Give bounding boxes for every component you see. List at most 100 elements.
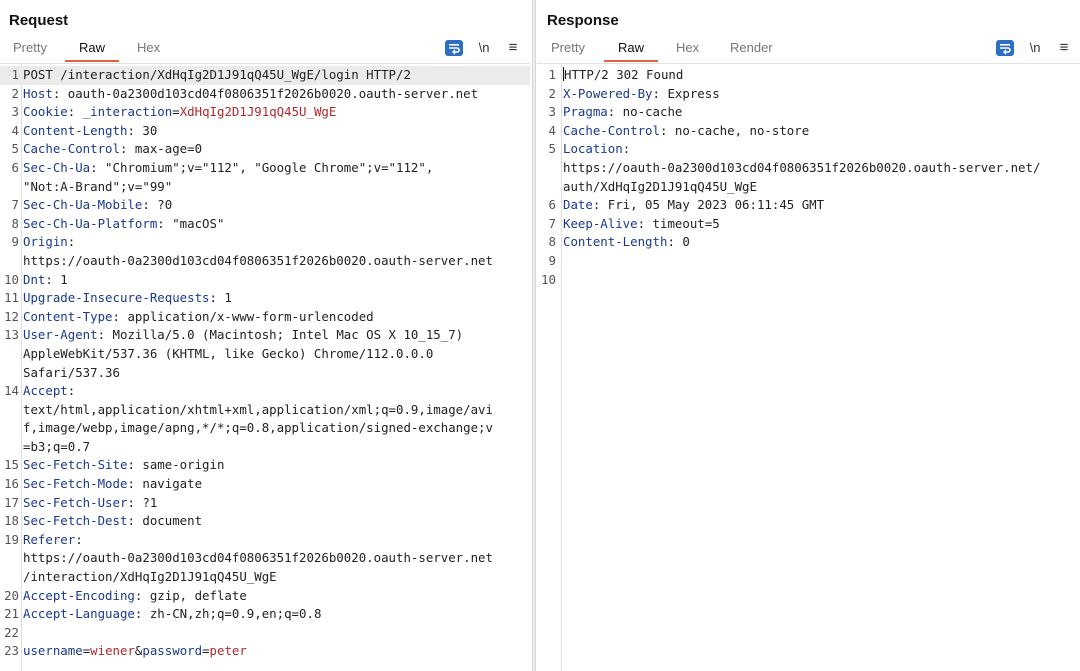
code-line[interactable]: Safari/537.36 (0, 364, 530, 383)
line-number: 17 (4, 494, 19, 510)
code-line[interactable]: 12 Content-Type: application/x-www-form-u… (0, 308, 530, 327)
line-number: 21 (4, 606, 19, 622)
code-line[interactable]: https://oauth-0a2300d103cd04f0806351f202… (0, 252, 530, 271)
code-line[interactable]: 16 Sec-Fetch-Mode: navigate (0, 475, 530, 494)
token-key: Accept (23, 383, 68, 399)
tab-pretty[interactable]: Pretty (551, 38, 585, 62)
code-line[interactable]: "Not:A-Brand";v="99" (0, 178, 530, 197)
line-text: Sec-Fetch-Mode: navigate (23, 475, 202, 494)
code-line[interactable]: 15 Sec-Fetch-Site: same-origin (0, 456, 530, 475)
newline-toggle-icon[interactable]: \n (1027, 38, 1043, 58)
code-line[interactable]: 6 Sec-Ch-Ua: "Chromium";v="112", "Google … (0, 159, 530, 178)
request-editor[interactable]: 1 POST /interaction/XdHqIg2D1J91qQ45U_WgE… (0, 63, 530, 671)
code-line[interactable]: 10 Dnt: 1 (0, 271, 530, 290)
code-line[interactable]: text/html,application/xhtml+xml,applicat… (0, 401, 530, 420)
word-wrap-icon[interactable] (445, 40, 463, 56)
response-pane: Response Pretty Raw Hex Render \n ≡ 1 HTT… (537, 0, 1080, 671)
tab-pretty[interactable]: Pretty (13, 38, 47, 62)
code-line[interactable]: 7 Sec-Ch-Ua-Mobile: ?0 (0, 196, 530, 215)
token-key: Sec-Ch-Ua (23, 159, 91, 175)
token-key: Sec-Ch-Ua-Platform (23, 215, 158, 231)
line-text: Sec-Fetch-Site: same-origin (23, 456, 224, 475)
code-line[interactable]: f,image/webp,image/apng,*/*;q=0.8,applic… (0, 419, 530, 438)
code-line[interactable]: 5 Location: (537, 140, 1080, 159)
code-line[interactable]: 2 X-Powered-By: Express (537, 85, 1080, 104)
code-line[interactable]: 14 Accept: (0, 382, 530, 401)
word-wrap-icon[interactable] (996, 40, 1014, 56)
token-value: : (67, 104, 83, 120)
code-line[interactable]: 1 HTTP/2 302 Found (537, 66, 1080, 85)
token-value: /interaction/XdHqIg2D1J91qQ45U_WgE (23, 569, 277, 585)
code-line[interactable]: 2 Host: oauth-0a2300d103cd04f0806351f2026… (0, 85, 530, 104)
response-editor[interactable]: 1 HTTP/2 302 Found 2 X-Powered-By: Express 3… (537, 63, 1080, 671)
line-text: username=wiener&password=peter (23, 642, 247, 661)
line-text: Safari/537.36 (23, 364, 120, 383)
code-line[interactable]: 3 Cookie: _interaction=XdHqIg2D1J91qQ45U_… (0, 103, 530, 122)
code-line[interactable]: 5 Cache-Control: max-age=0 (0, 140, 530, 159)
line-number: 10 (541, 271, 556, 287)
token-value: : 1 (209, 290, 232, 306)
newline-toggle-icon[interactable]: \n (476, 38, 492, 58)
line-text: /interaction/XdHqIg2D1J91qQ45U_WgE (23, 568, 277, 587)
code-line[interactable]: 9 (537, 252, 1080, 271)
code-line[interactable]: 17 Sec-Fetch-User: ?1 (0, 494, 530, 513)
menu-icon[interactable]: ≡ (505, 38, 521, 58)
code-line[interactable]: 19 Referer: (0, 531, 530, 550)
line-text: User-Agent: Mozilla/5.0 (Macintosh; Inte… (23, 326, 463, 345)
code-line[interactable]: 8 Sec-Ch-Ua-Platform: "macOS" (0, 215, 530, 234)
code-line[interactable]: 11 Upgrade-Insecure-Requests: 1 (0, 289, 530, 308)
code-line[interactable]: 9 Origin: (0, 233, 530, 252)
token-key: Dnt (23, 271, 46, 287)
code-line[interactable]: 22 (0, 624, 530, 643)
code-line[interactable]: 20 Accept-Encoding: gzip, deflate (0, 587, 530, 606)
line-text: "Not:A-Brand";v="99" (23, 178, 172, 197)
code-line[interactable]: =b3;q=0.7 (0, 438, 530, 457)
token-value: : gzip, deflate (134, 587, 247, 603)
code-line[interactable]: 6 Date: Fri, 05 May 2023 06:11:45 GMT (537, 196, 1080, 215)
pane-divider[interactable] (532, 0, 536, 671)
token-value: f,image/webp,image/apng,*/*;q=0.8,applic… (23, 420, 493, 436)
code-line[interactable]: 8 Content-Length: 0 (537, 233, 1080, 252)
line-number: 10 (4, 271, 19, 287)
token-value: : document (127, 513, 203, 529)
tab-render[interactable]: Render (730, 38, 773, 62)
code-line[interactable]: 4 Cache-Control: no-cache, no-store (537, 122, 1080, 141)
code-line[interactable]: /interaction/XdHqIg2D1J91qQ45U_WgE (0, 568, 530, 587)
line-text: Referer: (23, 531, 83, 550)
token-key: Sec-Fetch-Mode (23, 476, 128, 492)
token-value: : 0 (667, 234, 690, 250)
code-line[interactable]: 23 username=wiener&password=peter (0, 642, 530, 661)
tab-hex[interactable]: Hex (137, 38, 160, 62)
code-line[interactable]: 18 Sec-Fetch-Dest: document (0, 512, 530, 531)
line-text: AppleWebKit/537.36 (KHTML, like Gecko) C… (23, 345, 433, 364)
tab-hex[interactable]: Hex (676, 38, 699, 62)
token-key: Content-Type (23, 308, 113, 324)
code-line[interactable]: 3 Pragma: no-cache (537, 103, 1080, 122)
code-line[interactable]: 13 User-Agent: Mozilla/5.0 (Macintosh; In… (0, 326, 530, 345)
tab-raw[interactable]: Raw (603, 38, 659, 62)
menu-icon[interactable]: ≡ (1056, 38, 1072, 58)
code-line[interactable]: https://oauth-0a2300d103cd04f0806351f202… (0, 549, 530, 568)
tab-raw[interactable]: Raw (64, 38, 120, 62)
line-text: Cache-Control: no-cache, no-store (563, 122, 809, 141)
line-number: 1 (11, 67, 19, 82)
token-key: Cache-Control (23, 141, 120, 157)
code-line[interactable]: https://oauth-0a2300d103cd04f0806351f202… (537, 159, 1080, 178)
line-number: 14 (4, 383, 19, 399)
line-number: 20 (4, 587, 19, 603)
code-line[interactable]: 10 (537, 271, 1080, 290)
code-line[interactable]: auth/XdHqIg2D1J91qQ45U_WgE (537, 178, 1080, 197)
code-line[interactable]: 4 Content-Length: 30 (0, 122, 530, 141)
token-value: : timeout=5 (637, 215, 720, 231)
line-text: Content-Length: 0 (563, 233, 690, 252)
line-text: Cookie: _interaction=XdHqIg2D1J91qQ45U_W… (23, 103, 336, 122)
code-line[interactable]: 7 Keep-Alive: timeout=5 (537, 215, 1080, 234)
code-line[interactable]: 21 Accept-Language: zh-CN,zh;q=0.9,en;q=0… (0, 605, 530, 624)
line-number: 6 (11, 159, 19, 175)
line-text: Sec-Ch-Ua: "Chromium";v="112", "Google C… (23, 159, 433, 178)
token-value: : 30 (127, 122, 158, 138)
line-number: 2 (11, 85, 19, 101)
code-line[interactable]: AppleWebKit/537.36 (KHTML, like Gecko) C… (0, 345, 530, 364)
code-line[interactable]: 1 POST /interaction/XdHqIg2D1J91qQ45U_WgE… (0, 66, 530, 85)
line-text: Host: oauth-0a2300d103cd04f0806351f2026b… (23, 85, 478, 104)
